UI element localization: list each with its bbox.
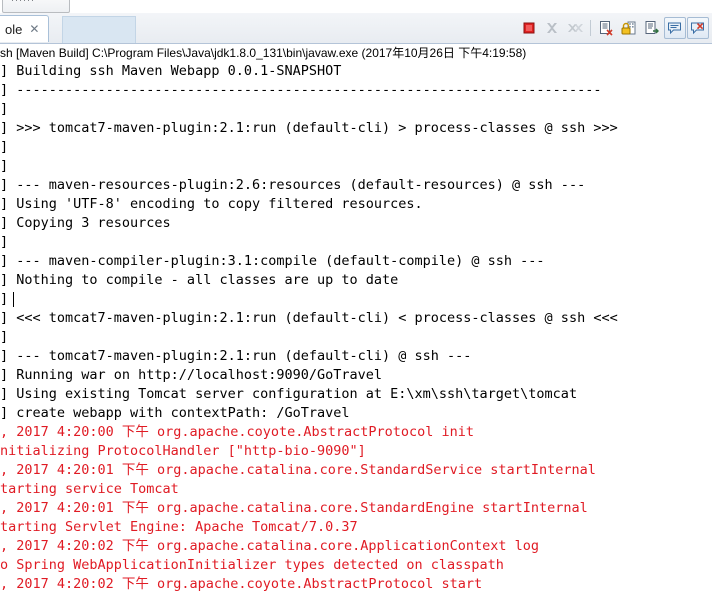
console-line: ] create webapp with contextPath: /GoTra… bbox=[0, 405, 350, 421]
console-line: ] Copying 3 resources bbox=[0, 215, 171, 231]
console-launch-header: sh [Maven Build] C:\Program Files\Java\j… bbox=[0, 44, 712, 62]
lock-icon bbox=[621, 21, 636, 35]
console-line: ] --- maven-resources-plugin:2.6:resourc… bbox=[0, 177, 586, 193]
open-console-icon bbox=[691, 22, 704, 35]
console-line: , 2017 4:20:02 下午 org.apache.coyote.Abst… bbox=[0, 576, 483, 591]
toolbar-overflow-label: ······ bbox=[11, 0, 35, 5]
console-line: ] bbox=[0, 101, 9, 117]
scroll-lock-button[interactable] bbox=[618, 17, 640, 39]
stop-icon bbox=[523, 22, 535, 34]
toolbar-separator bbox=[590, 20, 591, 36]
console-line: ] bbox=[0, 139, 9, 155]
console-line: ] <<< tomcat7-maven-plugin:2.1:run (defa… bbox=[0, 310, 618, 326]
console-line: ] Using existing Tomcat server configura… bbox=[0, 386, 578, 402]
console-line: o Spring WebApplicationInitializer types… bbox=[0, 557, 504, 573]
console-line: nitializing ProtocolHandler ["http-bio-9… bbox=[0, 443, 366, 459]
tab-console-label: ole bbox=[5, 21, 23, 37]
console-line: ] >>> tomcat7-maven-plugin:2.1:run (defa… bbox=[0, 120, 618, 136]
tab-console[interactable]: ole ✕ bbox=[0, 15, 50, 42]
display-selected-console-button[interactable] bbox=[664, 17, 686, 39]
console-line: ] Running war on http://localhost:9090/G… bbox=[0, 367, 383, 383]
console-line: tarting Servlet Engine: Apache Tomcat/7.… bbox=[0, 519, 358, 535]
display-selected-console-icon bbox=[668, 22, 681, 35]
console-line: ] bbox=[0, 290, 712, 309]
console-tab-bar: ole ✕ bbox=[0, 13, 712, 44]
console-line: ] bbox=[0, 158, 9, 174]
console-line: , 2017 4:20:00 下午 org.apache.coyote.Abst… bbox=[0, 424, 475, 440]
console-line: ] bbox=[0, 234, 9, 250]
console-line: ] Building ssh Maven Webapp 0.0.1-SNAPSH… bbox=[0, 63, 342, 79]
console-output[interactable]: ] Building ssh Maven Webapp 0.0.1-SNAPSH… bbox=[0, 62, 712, 591]
clear-console-button[interactable] bbox=[595, 17, 617, 39]
console-line: ] bbox=[0, 329, 9, 345]
remove-launch-icon bbox=[547, 23, 557, 33]
console-line: ] Nothing to compile - all classes are u… bbox=[0, 272, 399, 288]
close-icon[interactable]: ✕ bbox=[29, 23, 39, 35]
console-line: ] --- tomcat7-maven-plugin:2.1:run (defa… bbox=[0, 348, 472, 364]
console-line: ] --- maven-compiler-plugin:3.1:compile … bbox=[0, 253, 545, 269]
console-view: ole ✕ sh [Maven Build] C:\Program Files\… bbox=[0, 13, 712, 591]
remove-all-terminated-icon bbox=[568, 24, 583, 32]
tab-strip-filler bbox=[62, 16, 136, 43]
console-toolbar bbox=[518, 16, 709, 40]
console-line: , 2017 4:20:01 下午 org.apache.catalina.co… bbox=[0, 462, 596, 478]
console-line: ] --------------------------------------… bbox=[0, 82, 602, 98]
workbench-toolbar-strip: ······ bbox=[0, 0, 712, 14]
remove-launch-button[interactable] bbox=[541, 17, 563, 39]
console-line: , 2017 4:20:01 下午 org.apache.catalina.co… bbox=[0, 500, 588, 516]
pin-console-icon bbox=[645, 21, 659, 34]
console-line: , 2017 4:20:02 下午 org.apache.catalina.co… bbox=[0, 538, 540, 554]
console-line: ] Using 'UTF-8' encoding to copy filtere… bbox=[0, 196, 423, 212]
clear-console-icon bbox=[600, 21, 613, 36]
console-line: tarting service Tomcat bbox=[0, 481, 179, 497]
terminate-button[interactable] bbox=[518, 17, 540, 39]
remove-all-terminated-button[interactable] bbox=[564, 17, 586, 39]
open-console-button[interactable] bbox=[687, 17, 709, 39]
pin-console-button[interactable] bbox=[641, 17, 663, 39]
toolbar-overflow-button[interactable]: ······ bbox=[2, 0, 70, 13]
